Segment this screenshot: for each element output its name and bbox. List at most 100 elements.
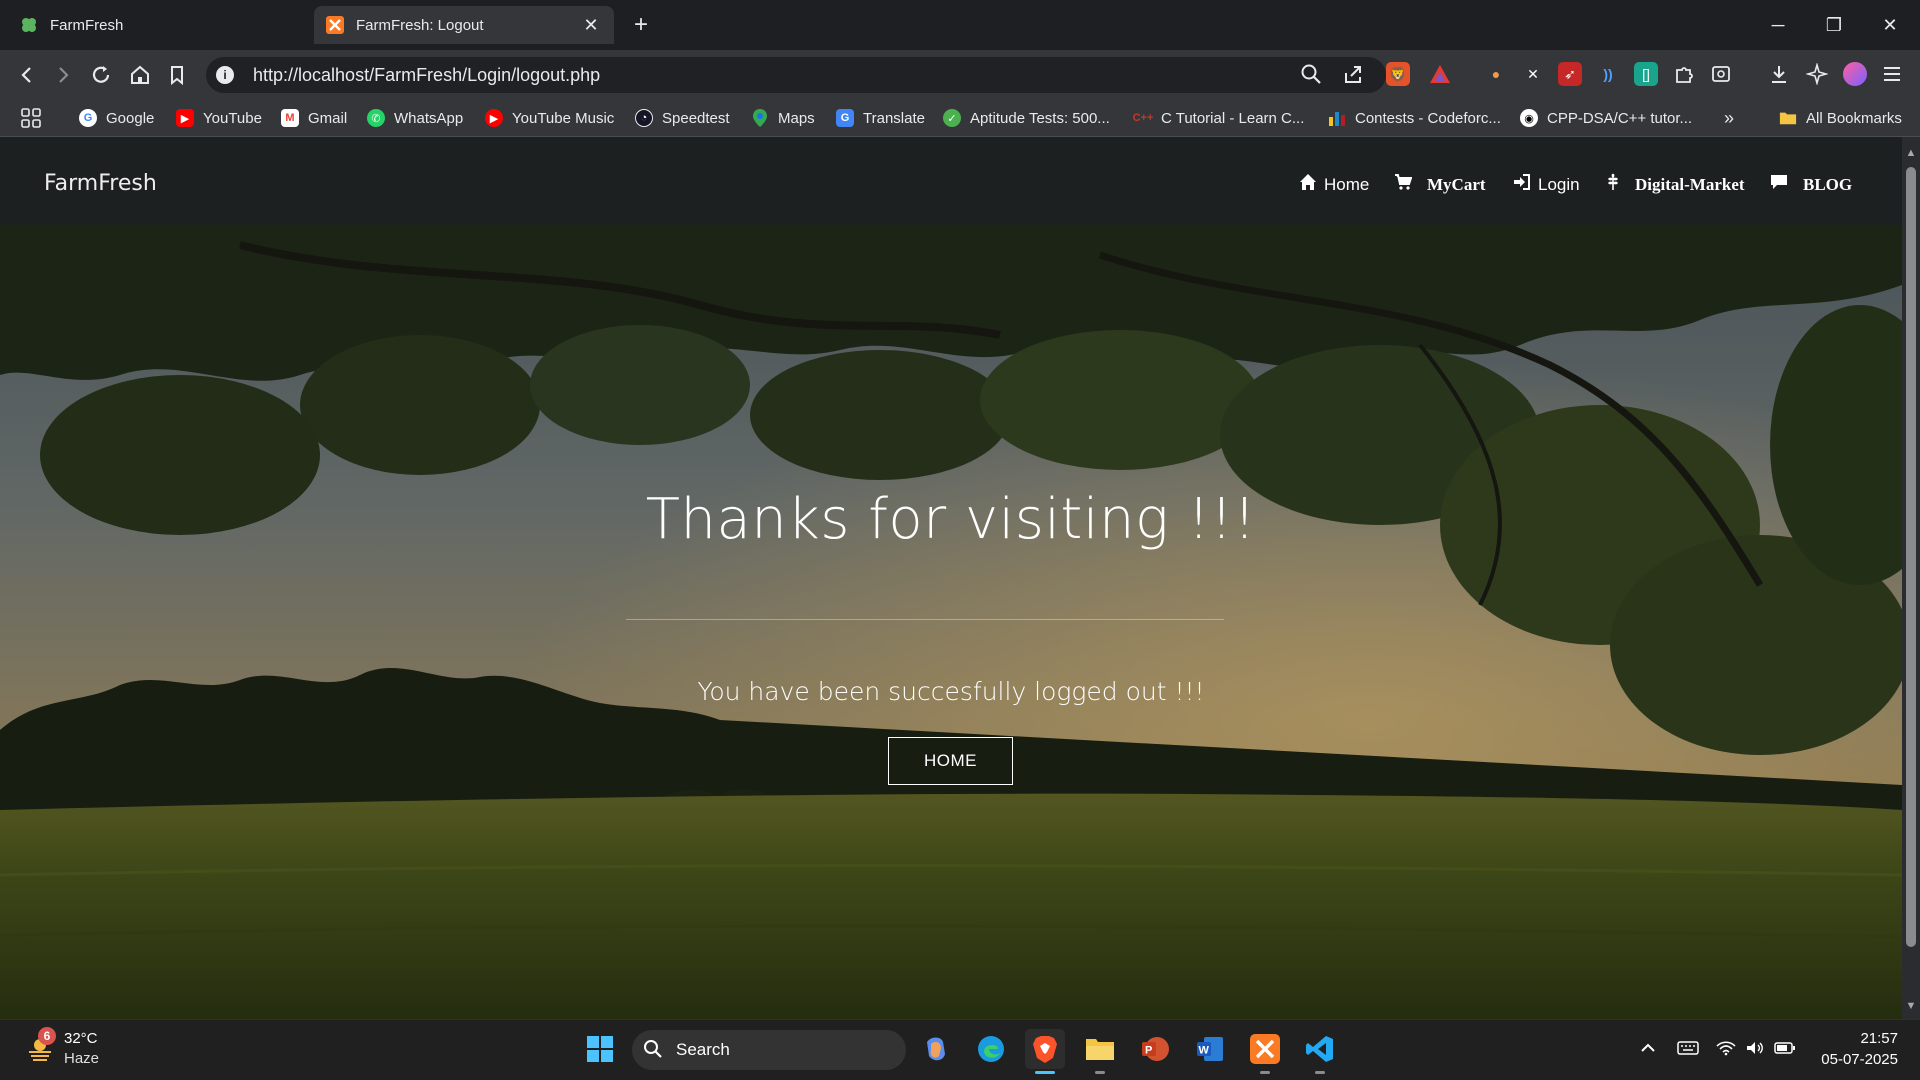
bookmark-label: Speedtest [662, 109, 730, 127]
copilot-icon[interactable] [916, 1029, 956, 1069]
leo-ai-icon[interactable] [1805, 62, 1829, 86]
bookmark-c-tutorial[interactable]: C++ C Tutorial - Learn C... [1133, 105, 1305, 131]
nav-digital-market[interactable]: Digital-Market [1606, 173, 1745, 196]
home-icon[interactable] [127, 62, 153, 88]
clock-date[interactable]: 05-07-2025 [1800, 1051, 1898, 1068]
brave-rewards-icon[interactable] [1428, 62, 1452, 86]
bookmark-label: Gmail [308, 109, 348, 127]
bookmark-gmail[interactable]: M Gmail [281, 105, 347, 131]
edge-icon[interactable] [971, 1029, 1011, 1069]
scroll-down-icon[interactable]: ▼ [1904, 999, 1918, 1013]
xampp-icon [326, 16, 344, 34]
bookmark-cpp-dsa[interactable]: ◉ CPP-DSA/C++ tutor... [1520, 105, 1692, 131]
more-bookmarks-icon[interactable]: » [1724, 105, 1734, 131]
extensions-puzzle-icon[interactable] [1672, 62, 1696, 86]
nav-mycart[interactable]: MyCart [1394, 173, 1486, 196]
brave-shield-icon[interactable]: 🦁 [1386, 62, 1410, 86]
back-icon[interactable] [14, 62, 40, 88]
word-icon[interactable]: W [1190, 1029, 1230, 1069]
show-hidden-icons-icon[interactable] [1640, 1040, 1656, 1060]
site-info-icon[interactable]: i [216, 66, 234, 84]
brave-browser-icon[interactable] [1025, 1029, 1065, 1069]
volume-icon[interactable] [1745, 1040, 1765, 1060]
site-brand[interactable]: FarmFresh [44, 171, 157, 196]
scrollbar-thumb[interactable] [1906, 167, 1916, 947]
share-icon[interactable] [1341, 62, 1365, 86]
keyboard-icon[interactable] [1677, 1040, 1699, 1060]
new-tab-button[interactable]: + [628, 10, 654, 40]
restore-button[interactable]: ❐ [1806, 0, 1862, 50]
bookmark-aptitude[interactable]: ✓ Aptitude Tests: 500... [943, 105, 1110, 131]
nav-label: MyCart [1427, 174, 1486, 194]
search-icon [638, 1034, 668, 1064]
tab-farmfresh[interactable]: FarmFresh [8, 6, 308, 44]
close-tab-icon[interactable]: ✕ [580, 15, 602, 36]
bookmark-maps[interactable]: Maps [751, 105, 815, 131]
forward-icon[interactable] [50, 62, 76, 88]
taskbar-search[interactable] [632, 1030, 906, 1070]
battery-icon[interactable] [1774, 1040, 1796, 1060]
weather-temp[interactable]: 32°C [64, 1030, 98, 1047]
svg-text:W: W [1199, 1045, 1210, 1057]
active-app-indicator [1035, 1071, 1055, 1074]
extension-icon[interactable]: ➶ [1558, 62, 1582, 86]
weather-badge: 6 [38, 1027, 56, 1045]
nav-home[interactable]: Home [1299, 173, 1369, 196]
windows-start-icon[interactable] [580, 1029, 620, 1069]
speedtest-icon: ◔ [635, 109, 653, 127]
tab-title: FarmFresh [50, 16, 124, 34]
weather-desc[interactable]: Haze [64, 1050, 99, 1067]
maps-pin-icon [751, 109, 769, 127]
cart-icon [1394, 173, 1413, 196]
search-label: Search [676, 1040, 730, 1059]
scroll-up-icon[interactable]: ▲ [1904, 146, 1918, 160]
screen: FarmFresh FarmFresh: Logout ✕ + ─ ❐ ✕ i … [0, 0, 1920, 1080]
menu-icon[interactable] [1880, 62, 1904, 86]
bookmark-whatsapp[interactable]: ✆ WhatsApp [367, 105, 463, 131]
close-window-button[interactable]: ✕ [1862, 0, 1918, 50]
url-text[interactable]: http://localhost/FarmFresh/Login/logout.… [253, 63, 600, 87]
bookmark-youtube-music[interactable]: ▶ YouTube Music [485, 105, 614, 131]
nav-label: Login [1538, 174, 1580, 194]
nav-login[interactable]: Login [1513, 173, 1580, 196]
bookmark-label: All Bookmarks [1806, 109, 1902, 127]
bookmark-google[interactable]: G Google [79, 105, 154, 131]
wifi-icon[interactable] [1716, 1040, 1736, 1060]
app-indicator [1095, 1071, 1105, 1074]
xampp-icon[interactable] [1245, 1029, 1285, 1069]
profile-avatar-icon[interactable] [1843, 62, 1867, 86]
extension-icon[interactable]: ● [1484, 62, 1508, 86]
clock-time[interactable]: 21:57 [1820, 1030, 1898, 1047]
nav-blog[interactable]: BLOG [1770, 173, 1852, 196]
file-explorer-icon[interactable] [1080, 1029, 1120, 1069]
codeforces-icon [1328, 109, 1346, 127]
bookmark-codeforces[interactable]: Contests - Codeforc... [1328, 105, 1501, 131]
windows-taskbar [0, 1019, 1920, 1080]
home-button[interactable]: HOME [888, 737, 1013, 785]
download-icon[interactable] [1767, 62, 1791, 86]
site-navbar: FarmFresh Home MyCart Login Digital-Mark… [0, 137, 1902, 225]
hero-section: Thanks for visiting !!! You have been su… [0, 225, 1902, 1019]
reload-icon[interactable] [88, 62, 114, 88]
nav-label: BLOG [1803, 174, 1853, 194]
all-bookmarks-folder[interactable]: All Bookmarks [1779, 105, 1902, 131]
bookmark-icon[interactable] [164, 62, 190, 88]
bookmark-translate[interactable]: G Translate [836, 105, 925, 131]
tab-strip: FarmFresh FarmFresh: Logout ✕ + ─ ❐ ✕ [0, 0, 1920, 50]
hero-title: Thanks for visiting !!! [645, 487, 1257, 552]
bookmark-speedtest[interactable]: ◔ Speedtest [635, 105, 730, 131]
apps-grid-icon[interactable] [20, 105, 42, 131]
extension-icon[interactable]: [] [1634, 62, 1658, 86]
bookmark-label: Maps [778, 109, 815, 127]
bookmark-youtube[interactable]: ▶ YouTube [176, 105, 262, 131]
tab-farmfresh-logout[interactable]: FarmFresh: Logout ✕ [314, 6, 614, 44]
x-extension-icon[interactable]: ✕ [1521, 62, 1545, 86]
grain-icon [1606, 173, 1620, 196]
extension-icon[interactable]: )) [1596, 62, 1620, 86]
zoom-icon[interactable] [1299, 62, 1323, 86]
reader-icon[interactable] [1709, 62, 1733, 86]
svg-text:P: P [1145, 1045, 1152, 1057]
minimize-button[interactable]: ─ [1750, 0, 1806, 50]
powerpoint-icon[interactable]: P [1135, 1029, 1175, 1069]
vscode-icon[interactable] [1300, 1029, 1340, 1069]
